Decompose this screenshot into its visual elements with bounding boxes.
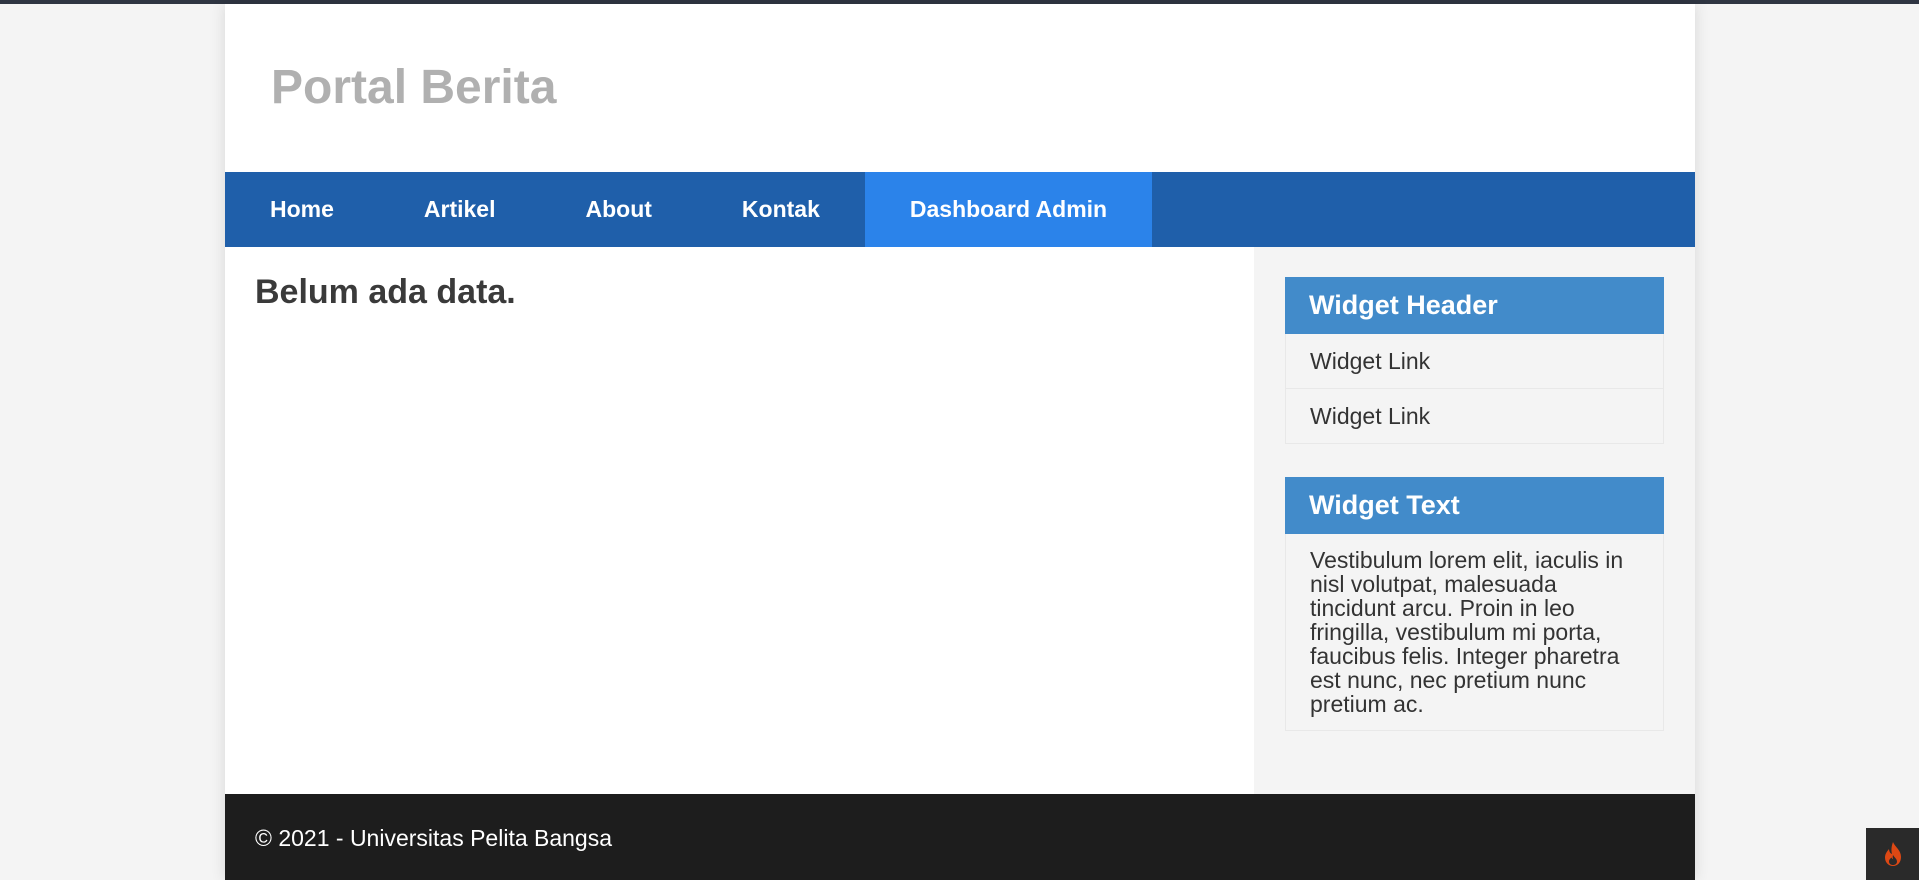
nav-item-dashboard-admin[interactable]: Dashboard Admin — [864, 172, 1153, 247]
site-header: Portal Berita — [225, 4, 1695, 173]
flame-icon — [1885, 842, 1901, 866]
main-content: Belum ada data. — [255, 272, 1215, 312]
main-nav: Home Artikel About Kontak Dashboard Admi… — [225, 172, 1695, 247]
empty-data-message: Belum ada data. — [255, 273, 516, 311]
nav-item-about[interactable]: About — [541, 172, 697, 247]
debug-toolbar-toggle[interactable] — [1866, 828, 1919, 880]
nav-item-artikel[interactable]: Artikel — [379, 172, 541, 247]
widget-link[interactable]: Widget Link — [1286, 389, 1663, 443]
nav-item-home[interactable]: Home — [225, 172, 379, 247]
sidebar: Widget Header Widget Link Widget Link Wi… — [1254, 247, 1695, 794]
widget-links: Widget Header Widget Link Widget Link — [1285, 277, 1664, 444]
site-footer: © 2021 - Universitas Pelita Bangsa — [225, 794, 1695, 880]
widget-text-body: Vestibulum lorem elit, iaculis in nisl v… — [1310, 547, 1624, 717]
widget-link[interactable]: Widget Link — [1286, 334, 1663, 389]
widget-header-title: Widget Header — [1285, 277, 1664, 334]
site-title: Portal Berita — [271, 61, 557, 114]
footer-copyright: © 2021 - Universitas Pelita Bangsa — [255, 825, 613, 851]
widget-text-title: Widget Text — [1285, 477, 1664, 534]
page-container: Portal Berita Home Artikel About Kontak … — [225, 4, 1695, 880]
widget-text: Widget Text Vestibulum lorem elit, iacul… — [1285, 477, 1664, 731]
nav-item-kontak[interactable]: Kontak — [697, 172, 865, 247]
